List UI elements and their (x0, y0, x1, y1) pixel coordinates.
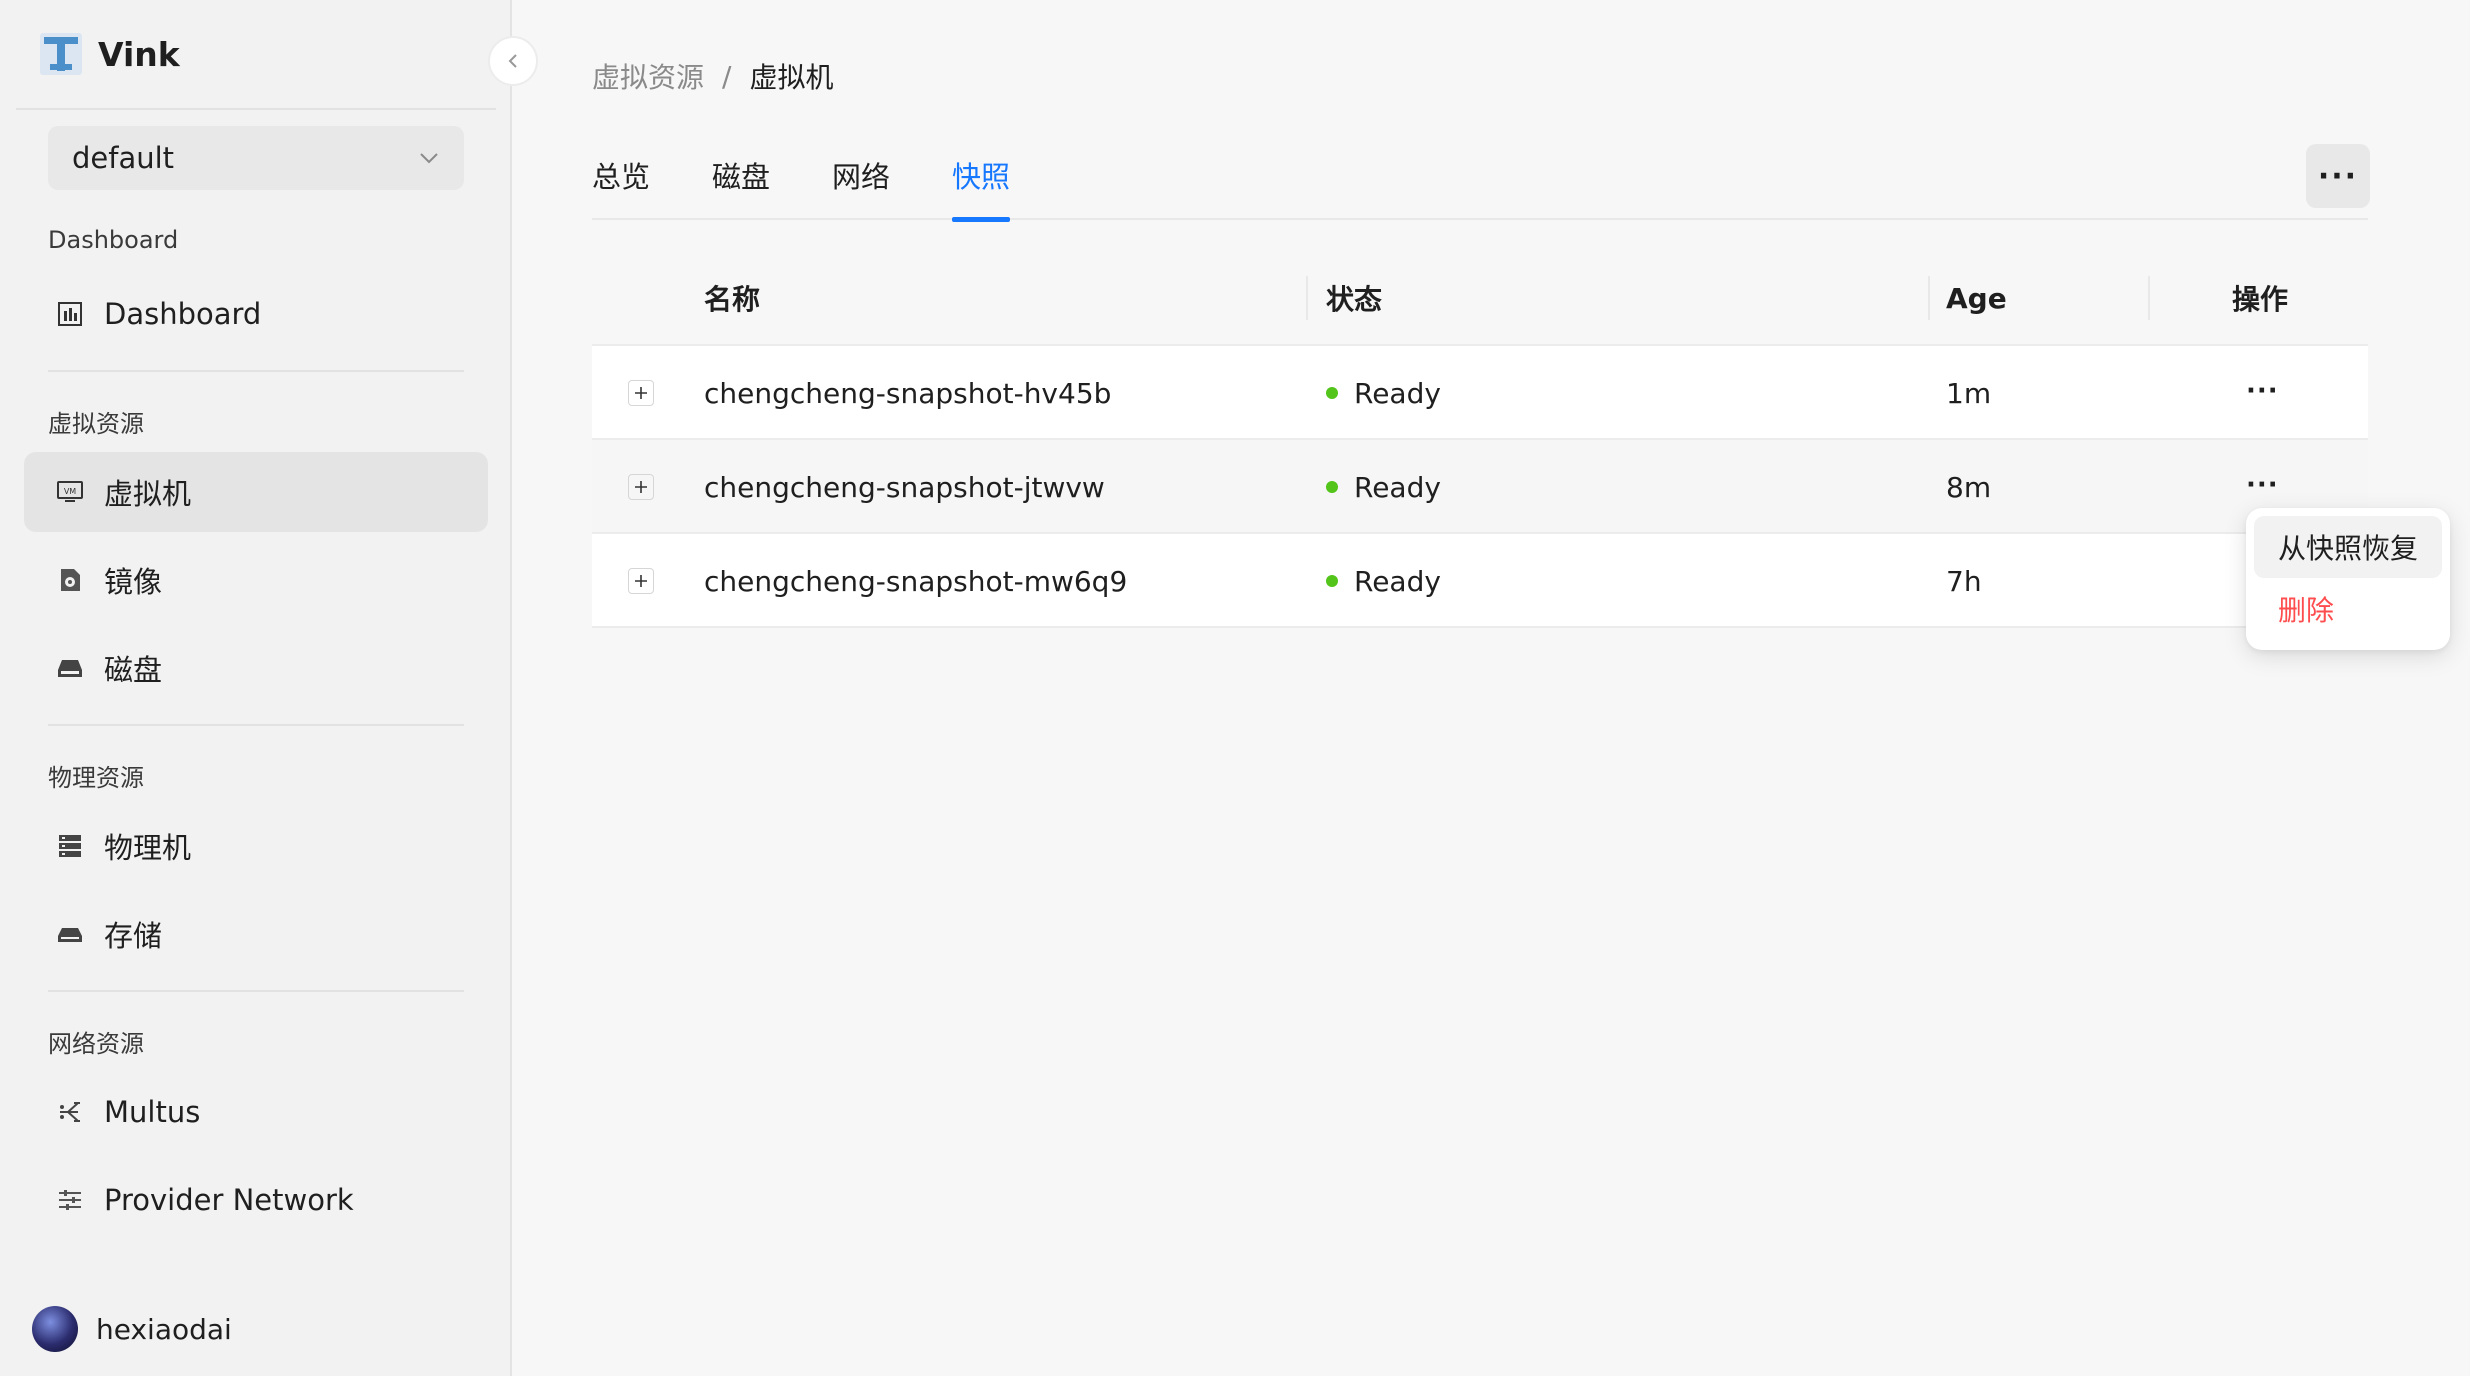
image-file-icon (56, 566, 84, 594)
vink-logo-icon (40, 33, 82, 75)
section-title-network: 网络资源 (48, 1030, 144, 1058)
status-badge: Ready (1326, 440, 1441, 534)
section-title-virtual: 虚拟资源 (48, 410, 144, 438)
divider (16, 108, 496, 110)
snapshot-name: chengcheng-snapshot-mw6q9 (704, 564, 1128, 598)
sidebar-item-dashboard[interactable]: Dashboard (24, 274, 488, 354)
column-separator (1928, 276, 1930, 320)
sidebar-item-image[interactable]: 镜像 (24, 540, 488, 620)
sliders-icon (56, 1186, 84, 1214)
table-row[interactable]: chengcheng-snapshot-hv45b Ready 1m ··· (592, 346, 2368, 440)
tab-snapshots[interactable]: 快照 (952, 154, 1011, 222)
namespace-select[interactable]: default (48, 126, 464, 190)
sidebar-item-label: 磁盘 (104, 653, 163, 687)
namespace-value: default (72, 141, 175, 175)
sidebar: Vink default Dashboard Dashboard 虚拟资源 VM… (0, 0, 512, 1376)
table-header: 名称 状态 Age 操作 (592, 250, 2368, 346)
row-actions-dropdown: 从快照恢复 删除 (2246, 508, 2450, 650)
status-dot-icon (1326, 575, 1338, 587)
status-dot-icon (1326, 387, 1338, 399)
chevron-down-icon (420, 153, 438, 164)
network-fork-icon (56, 1098, 84, 1126)
sidebar-item-storage[interactable]: 存储 (24, 894, 488, 974)
status-badge: Ready (1326, 346, 1441, 440)
expand-row-button[interactable] (628, 380, 654, 406)
storage-icon (56, 920, 84, 948)
delete-menu-item[interactable]: 删除 (2254, 578, 2442, 640)
section-title-dashboard: Dashboard (48, 226, 179, 254)
sidebar-item-label: 镜像 (104, 565, 163, 599)
sidebar-item-label: 物理机 (104, 831, 192, 865)
breadcrumb: 虚拟资源 / 虚拟机 (592, 56, 833, 96)
divider (48, 990, 464, 992)
plus-icon (635, 481, 647, 493)
status-text: Ready (1354, 564, 1441, 598)
restore-from-snapshot-menu-item[interactable]: 从快照恢复 (2254, 516, 2442, 578)
section-title-physical: 物理资源 (48, 764, 144, 792)
row-actions-button[interactable]: ··· (2246, 470, 2279, 500)
sidebar-item-label: Dashboard (104, 297, 262, 331)
brand[interactable]: Vink (40, 32, 180, 76)
sidebar-item-label: 存储 (104, 919, 163, 953)
expand-row-button[interactable] (628, 474, 654, 500)
status-dot-icon (1326, 481, 1338, 493)
sidebar-item-label: Multus (104, 1095, 201, 1129)
sidebar-item-label: 虚拟机 (104, 477, 192, 511)
sidebar-item-disk[interactable]: 磁盘 (24, 628, 488, 708)
snapshot-table: 名称 状态 Age 操作 chengcheng-snapshot-hv45b R… (592, 250, 2368, 628)
tab-disks[interactable]: 磁盘 (712, 154, 770, 220)
column-header-actions: 操作 (2232, 283, 2289, 316)
divider (48, 724, 464, 726)
divider (48, 370, 464, 372)
table-row[interactable]: chengcheng-snapshot-jtwvw Ready 8m ··· (592, 440, 2368, 534)
sidebar-item-multus[interactable]: Multus (24, 1072, 488, 1152)
sidebar-item-host[interactable]: 物理机 (24, 806, 488, 886)
plus-icon (635, 387, 647, 399)
column-header-age: Age (1946, 281, 2007, 315)
more-actions-button[interactable]: ··· (2306, 144, 2370, 208)
table-row[interactable]: chengcheng-snapshot-mw6q9 Ready 7h (592, 534, 2368, 628)
column-separator (2148, 276, 2150, 320)
user-name: hexiaodai (96, 1312, 232, 1346)
breadcrumb-parent-link[interactable]: 虚拟资源 (592, 56, 704, 96)
sidebar-item-label: Provider Network (104, 1183, 354, 1217)
user-profile[interactable]: hexiaodai (32, 1306, 232, 1352)
chart-icon (56, 300, 84, 328)
tab-bar: 总览 磁盘 网络 快照 (592, 140, 2368, 222)
sidebar-item-vm[interactable]: VM 虚拟机 (24, 452, 488, 532)
column-header-status: 状态 (1326, 283, 1383, 316)
plus-icon (635, 575, 647, 587)
app-name: Vink (98, 34, 180, 74)
status-text: Ready (1354, 470, 1441, 504)
snapshot-age: 8m (1946, 470, 1992, 504)
svg-text:VM: VM (64, 487, 76, 496)
expand-row-button[interactable] (628, 568, 654, 594)
sidebar-item-provider-network[interactable]: Provider Network (24, 1160, 488, 1240)
status-badge: Ready (1326, 534, 1441, 628)
chevron-left-icon (508, 54, 517, 68)
status-text: Ready (1354, 376, 1441, 410)
row-actions-button[interactable]: ··· (2246, 376, 2279, 406)
snapshot-name: chengcheng-snapshot-hv45b (704, 376, 1112, 410)
server-icon (56, 832, 84, 860)
snapshot-age: 1m (1946, 376, 1992, 410)
collapse-sidebar-button[interactable] (488, 36, 538, 86)
breadcrumb-current: 虚拟机 (749, 61, 834, 94)
disk-drive-icon (56, 654, 84, 682)
breadcrumb-separator: / (722, 59, 732, 93)
column-header-name: 名称 (704, 283, 761, 316)
snapshot-name: chengcheng-snapshot-jtwvw (704, 470, 1105, 504)
tab-overview[interactable]: 总览 (592, 154, 650, 220)
tab-network[interactable]: 网络 (832, 154, 890, 220)
vm-monitor-icon: VM (56, 478, 84, 506)
column-separator (1306, 276, 1308, 320)
avatar (32, 1306, 78, 1352)
snapshot-age: 7h (1946, 564, 1982, 598)
